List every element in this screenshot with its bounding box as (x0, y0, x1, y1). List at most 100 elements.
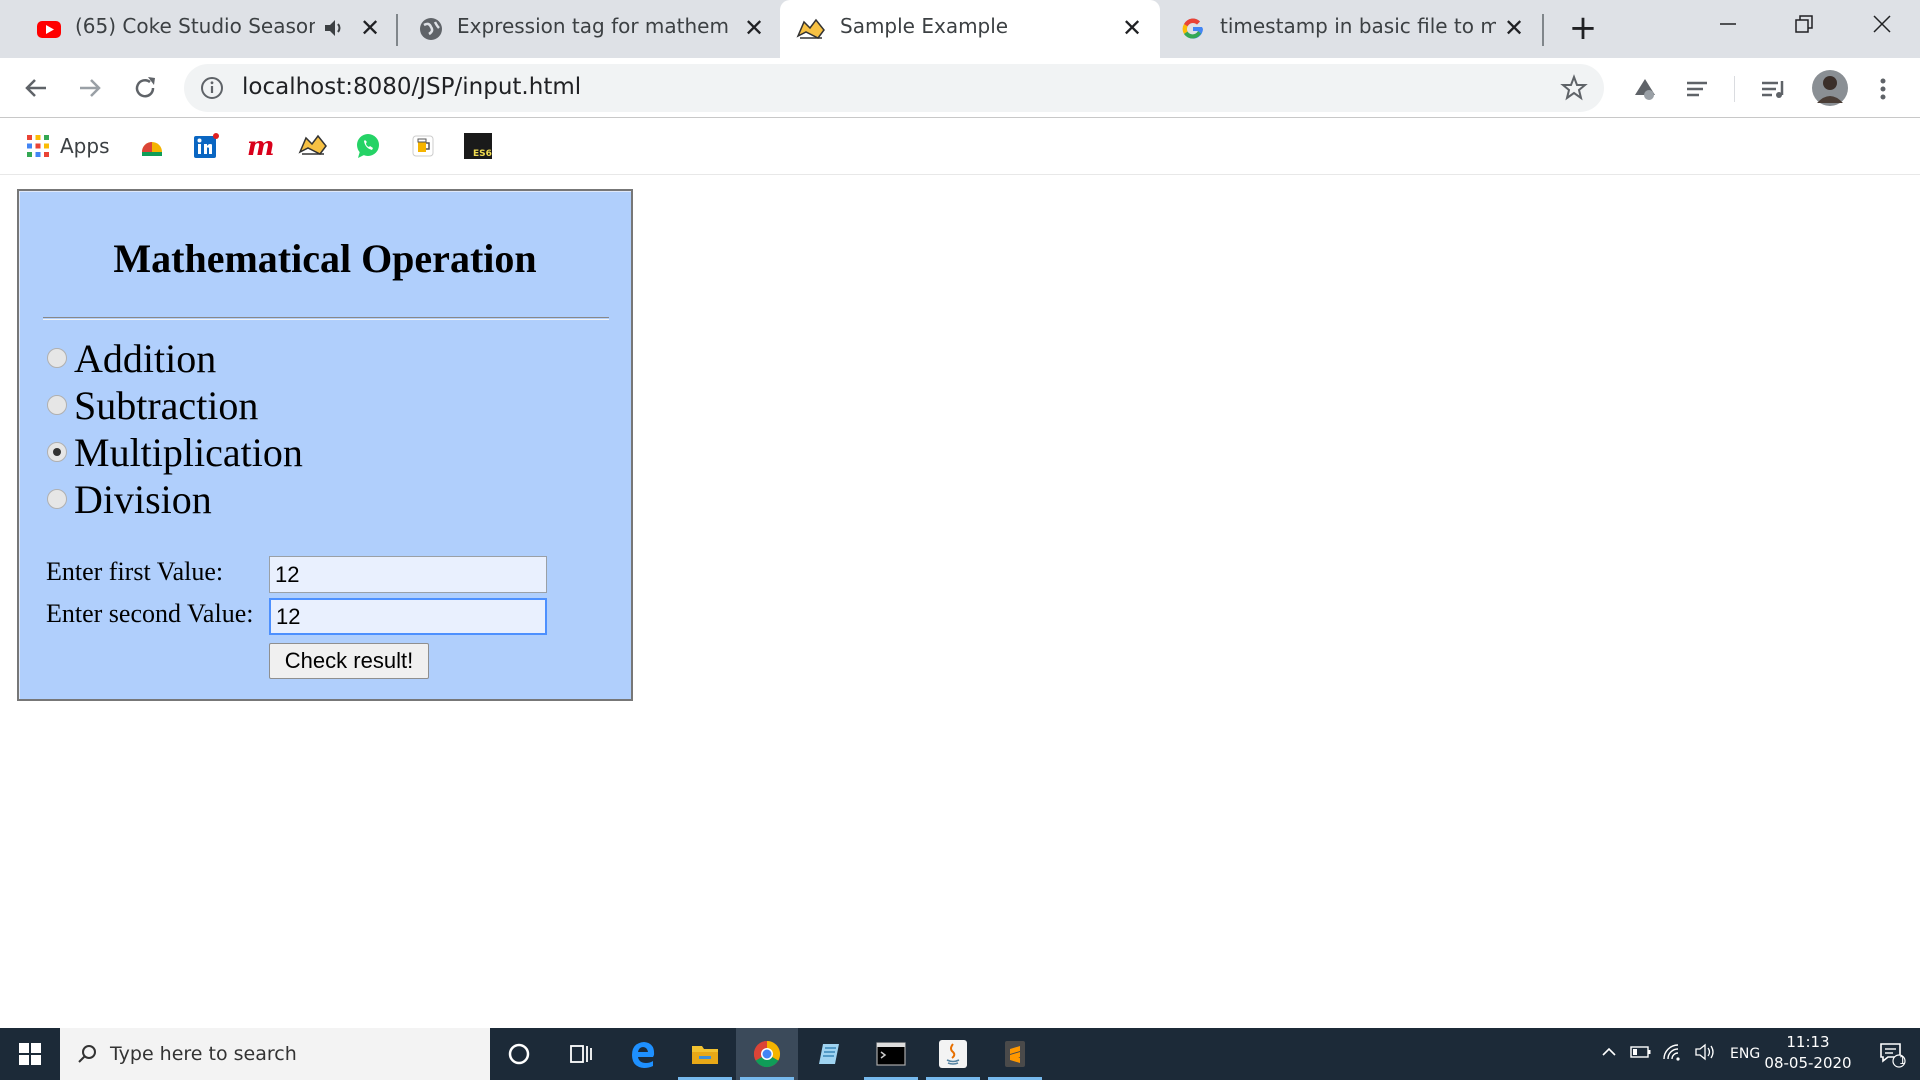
cortana-button[interactable] (488, 1028, 550, 1080)
tab-sample-example[interactable]: Sample Example ✕ (780, 0, 1160, 58)
file-explorer-icon (692, 1046, 718, 1064)
operation-option-subtraction[interactable]: Subtraction (47, 382, 258, 428)
bookmarks-bar: Apps m ES6 (0, 119, 1920, 175)
math-operation-form: Mathematical Operation Addition Subtract… (17, 189, 633, 701)
radio-multiplication[interactable] (47, 442, 67, 462)
close-icon[interactable]: ✕ (356, 14, 384, 42)
bookmark-apps[interactable]: Apps (26, 129, 110, 163)
bookmark-linkedin[interactable] (192, 129, 220, 163)
google-icon (1180, 16, 1206, 42)
second-value-input[interactable] (269, 598, 547, 635)
first-value-input[interactable] (269, 556, 547, 593)
bookmark-whatsapp[interactable] (354, 129, 382, 163)
linkedin-icon (194, 133, 219, 158)
battery-icon[interactable] (1630, 1043, 1652, 1065)
bookmark-beer[interactable] (410, 129, 436, 163)
back-button[interactable] (18, 70, 54, 106)
first-value-label: Enter first Value: (46, 557, 224, 586)
operation-option-multiplication[interactable]: Multiplication (47, 429, 303, 475)
tab-separator (1542, 14, 1544, 46)
beer-icon (412, 135, 434, 157)
es6-icon: ES6 (464, 133, 492, 159)
arrow-left-icon (25, 79, 46, 97)
avatar (1812, 70, 1848, 106)
tab-youtube[interactable]: (65) Coke Studio Season 9 ✕ (0, 0, 390, 58)
minimize-button[interactable] (1690, 0, 1766, 48)
operation-label: Multiplication (74, 429, 303, 475)
radio-subtraction[interactable] (47, 395, 67, 415)
chrome-button[interactable] (736, 1028, 798, 1080)
whatsapp-icon (357, 134, 379, 158)
media-control-button[interactable] (1756, 72, 1790, 106)
new-tab-button[interactable]: + (1564, 10, 1602, 48)
terminal-icon (876, 1042, 906, 1066)
notepad-icon (819, 1044, 839, 1064)
menu-button[interactable] (1866, 72, 1900, 106)
bookmark-drive[interactable] (138, 129, 166, 163)
tab-timestamp[interactable]: timestamp in basic file to merc ✕ (1162, 0, 1542, 58)
tab-title: (65) Coke Studio Season 9 (75, 14, 315, 38)
url-text[interactable]: localhost:8080/JSP/input.html (242, 74, 581, 100)
page-content: Mathematical Operation Addition Subtract… (0, 176, 1920, 1028)
java-icon (939, 1040, 967, 1068)
reading-list-button[interactable] (1680, 72, 1714, 106)
edge-icon (632, 1042, 655, 1068)
start-button[interactable] (0, 1028, 60, 1080)
java-button[interactable] (922, 1028, 984, 1080)
restore-button[interactable] (1766, 0, 1842, 48)
arrow-right-icon (80, 79, 101, 97)
media-queue-icon (1762, 81, 1784, 98)
bookmark-mcafee[interactable]: m (246, 129, 276, 163)
close-icon[interactable]: ✕ (1500, 14, 1528, 42)
apps-grid-icon (27, 135, 49, 157)
search-placeholder: Type here to search (110, 1043, 297, 1065)
tab-separator (396, 14, 398, 46)
close-icon[interactable]: ✕ (740, 14, 768, 42)
youtube-icon (36, 16, 62, 42)
terminal-button[interactable] (860, 1028, 922, 1080)
wifi-icon[interactable] (1662, 1043, 1684, 1065)
forward-button[interactable] (72, 70, 108, 106)
file-explorer-button[interactable] (674, 1028, 736, 1080)
clock[interactable]: 11:13 08-05-2020 (1758, 1032, 1858, 1074)
notification-center-button[interactable]: 1 (1864, 1028, 1920, 1080)
language-indicator[interactable]: ENG (1730, 1046, 1760, 1062)
chevron-up-icon[interactable] (1600, 1043, 1618, 1065)
clock-date: 08-05-2020 (1764, 1054, 1852, 1072)
notepad-button[interactable] (798, 1028, 860, 1080)
notification-count: 1 (1899, 1054, 1906, 1067)
reload-icon (135, 77, 155, 98)
audio-icon[interactable] (323, 17, 345, 43)
list-icon (1687, 81, 1707, 97)
edge-button[interactable] (612, 1028, 674, 1080)
taskbar-search-box[interactable]: Type here to search (60, 1028, 490, 1080)
extension-button[interactable] (1628, 72, 1662, 106)
bookmark-tomcat[interactable] (298, 129, 328, 163)
task-view-button[interactable] (550, 1028, 612, 1080)
star-icon[interactable] (1560, 74, 1588, 106)
operation-option-addition[interactable]: Addition (47, 335, 216, 381)
operation-label: Division (74, 476, 212, 522)
tomcat-icon (298, 134, 327, 155)
profile-button[interactable] (1810, 68, 1850, 108)
tab-expression[interactable]: Expression tag for mathematic ✕ (400, 0, 778, 58)
chrome-icon (753, 1040, 781, 1068)
close-icon[interactable]: ✕ (1118, 14, 1146, 42)
bookmark-apps-label: Apps (60, 134, 110, 158)
reload-button[interactable] (127, 70, 163, 106)
windows-taskbar: Type here to search ENG 11:13 08-05-2020… (0, 1028, 1920, 1080)
radio-addition[interactable] (47, 348, 67, 368)
windows-icon (19, 1043, 41, 1065)
volume-icon[interactable] (1694, 1043, 1716, 1065)
bookmark-es6[interactable]: ES6 (464, 129, 492, 163)
operation-option-division[interactable]: Division (47, 476, 212, 522)
check-result-button[interactable]: Check result! (269, 643, 429, 679)
radio-division[interactable] (47, 489, 67, 509)
close-window-button[interactable] (1844, 0, 1920, 48)
tab-title: timestamp in basic file to merc (1220, 14, 1496, 38)
sublime-button[interactable] (984, 1028, 1046, 1080)
restore-icon (1795, 15, 1813, 33)
info-icon[interactable] (200, 76, 224, 104)
browser-tab-strip: (65) Coke Studio Season 9 ✕ Expression t… (0, 0, 1920, 58)
address-bar[interactable]: localhost:8080/JSP/input.html (184, 64, 1604, 112)
